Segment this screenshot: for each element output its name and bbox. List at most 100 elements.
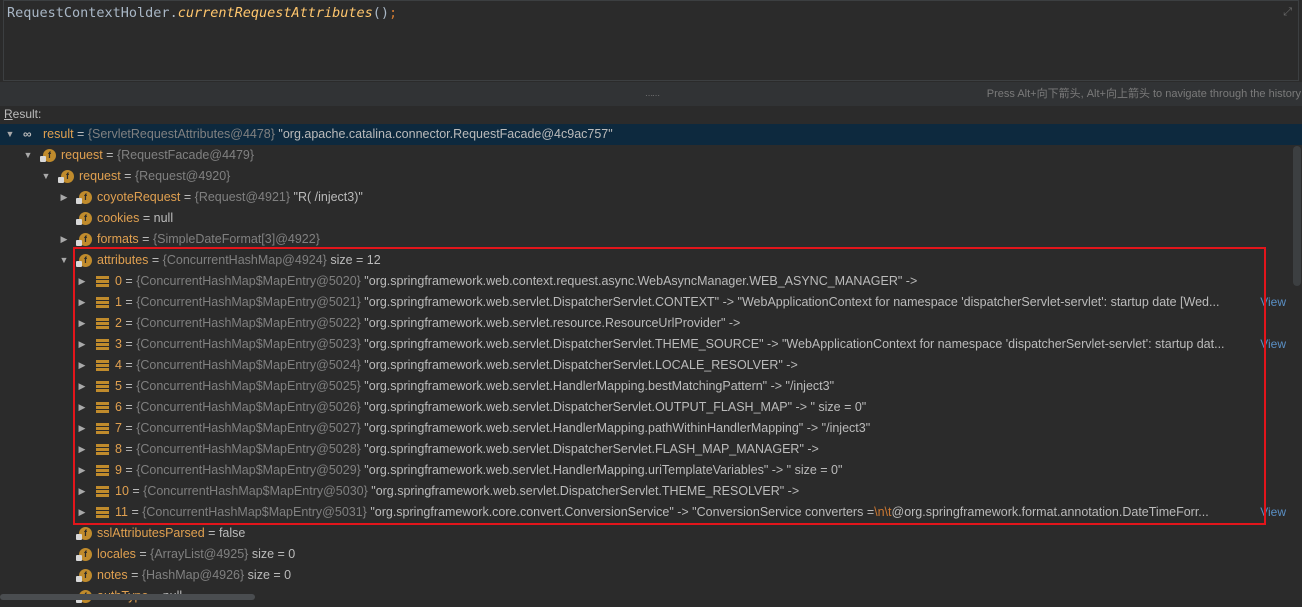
equals-sign: = — [148, 253, 163, 267]
expression-editor[interactable]: RequestContextHolder.currentRequestAttri… — [3, 0, 1299, 81]
expression-parens: () — [372, 5, 390, 21]
tree-row[interactable]: f sslAttributesParsed = false — [0, 523, 1290, 544]
expanded-arrow-icon[interactable]: ▼ — [59, 250, 69, 271]
field-value-continued: @org.springframework.format.annotation.D… — [891, 505, 1209, 519]
splitter-grip-icon[interactable]: ⋯⋯ — [645, 91, 660, 100]
tree-row[interactable]: ▶ f coyoteRequest = {Request@4921} "R( /in… — [0, 187, 1290, 208]
escape-sequence: \n\t — [874, 505, 892, 519]
equals-sign: = — [121, 358, 137, 372]
field-icon: f — [40, 149, 56, 162]
object-type: {HashMap@4926} — [141, 568, 245, 582]
tree-row[interactable]: ▼ f request = {RequestFacade@4479} — [0, 145, 1290, 166]
equals-sign: = — [121, 274, 137, 288]
tree-row[interactable]: ▶ 6 = {ConcurrentHashMap$MapEntry@5026} "… — [0, 397, 1290, 418]
tree-row[interactable]: ▶ 7 = {ConcurrentHashMap$MapEntry@5027} "… — [0, 418, 1290, 439]
collapsed-arrow-icon[interactable]: ▶ — [77, 271, 87, 292]
tree-row[interactable]: ▶ 11 = {ConcurrentHashMap$MapEntry@5031} … — [0, 502, 1290, 523]
collapsed-arrow-icon[interactable]: ▶ — [77, 481, 87, 502]
field-name: request — [79, 169, 121, 183]
equals-sign: = — [73, 127, 88, 141]
view-link[interactable]: View — [1260, 334, 1286, 355]
object-type: {ConcurrentHashMap$MapEntry@5027} — [136, 421, 361, 435]
view-link[interactable]: View — [1260, 502, 1286, 523]
tree-row[interactable]: f locales = {ArrayList@4925} size = 0 — [0, 544, 1290, 565]
collapsed-arrow-icon[interactable]: ▶ — [77, 439, 87, 460]
tree-row[interactable]: ▶ 0 = {ConcurrentHashMap$MapEntry@5020} "… — [0, 271, 1290, 292]
object-type: {ConcurrentHashMap$MapEntry@5025} — [136, 379, 361, 393]
map-entry-icon — [96, 423, 109, 434]
equals-sign: = — [139, 211, 154, 225]
map-entry-icon — [96, 339, 109, 350]
field-value: "org.springframework.web.servlet.Dispatc… — [360, 400, 867, 414]
expanded-arrow-icon[interactable]: ▼ — [5, 124, 15, 145]
collapsed-arrow-icon[interactable]: ▶ — [59, 229, 69, 250]
object-type: {Request@4921} — [194, 190, 291, 204]
equals-sign: = — [121, 316, 137, 330]
field-value: "org.springframework.core.convert.Conver… — [366, 505, 875, 519]
tree-row[interactable]: ▶ 10 = {ConcurrentHashMap$MapEntry@5030} … — [0, 481, 1290, 502]
object-type: {ArrayList@4925} — [150, 547, 249, 561]
equals-sign: = — [120, 169, 135, 183]
lock-icon — [76, 534, 82, 540]
field-value: "org.springframework.web.servlet.Dispatc… — [360, 295, 1220, 309]
expression-text[interactable]: RequestContextHolder.currentRequestAttri… — [7, 5, 397, 21]
field-name: 4 — [115, 358, 122, 372]
field-icon: f — [76, 527, 92, 540]
collapsed-arrow-icon[interactable]: ▶ — [77, 292, 87, 313]
tree-row[interactable]: ▼ f request = {Request@4920} — [0, 166, 1290, 187]
tree-row-text: request = {Request@4920} — [79, 166, 230, 187]
collapsed-arrow-icon[interactable]: ▶ — [77, 418, 87, 439]
field-name: request — [61, 148, 103, 162]
tree-row[interactable]: ▶ 5 = {ConcurrentHashMap$MapEntry@5025} "… — [0, 376, 1290, 397]
collapsed-arrow-icon[interactable]: ▶ — [77, 460, 87, 481]
field-value: "org.springframework.web.servlet.Handler… — [360, 421, 871, 435]
view-link[interactable]: View — [1260, 292, 1286, 313]
map-entry-icon — [96, 381, 109, 392]
object-type: {ConcurrentHashMap$MapEntry@5022} — [136, 316, 361, 330]
tree-row[interactable]: ▶ 1 = {ConcurrentHashMap$MapEntry@5021} "… — [0, 292, 1290, 313]
tree-row[interactable]: ▶ 9 = {ConcurrentHashMap$MapEntry@5029} "… — [0, 460, 1290, 481]
collapsed-arrow-icon[interactable]: ▶ — [77, 502, 87, 523]
tree-row-text: cookies = null — [97, 208, 173, 229]
field-name: 7 — [115, 421, 122, 435]
map-entry-icon — [96, 507, 109, 518]
tree-row[interactable]: ▶ 8 = {ConcurrentHashMap$MapEntry@5028} "… — [0, 439, 1290, 460]
tree-row[interactable]: f notes = {HashMap@4926} size = 0 — [0, 565, 1290, 586]
equals-sign: = — [127, 505, 143, 519]
result-tree[interactable]: ▼ ∞ result = {ServletRequestAttributes@447… — [0, 124, 1302, 603]
tree-row[interactable]: ▶ 2 = {ConcurrentHashMap$MapEntry@5022} "… — [0, 313, 1290, 334]
object-type: {ConcurrentHashMap$MapEntry@5024} — [136, 358, 361, 372]
collapsed-arrow-icon[interactable]: ▶ — [59, 187, 69, 208]
field-value: false — [218, 526, 246, 540]
tree-row[interactable]: ▶ 3 = {ConcurrentHashMap$MapEntry@5023} "… — [0, 334, 1290, 355]
tree-row[interactable]: f cookies = null — [0, 208, 1290, 229]
tree-row-text: formats = {SimpleDateFormat[3]@4922} — [97, 229, 320, 250]
tree-row[interactable]: ▶ f formats = {SimpleDateFormat[3]@4922} — [0, 229, 1290, 250]
vertical-scrollbar[interactable] — [1293, 146, 1301, 286]
object-type: {SimpleDateFormat[3]@4922} — [152, 232, 320, 246]
lock-icon — [76, 555, 82, 561]
collapsed-arrow-icon[interactable]: ▶ — [77, 397, 87, 418]
tree-row-result[interactable]: ▼ ∞ result = {ServletRequestAttributes@447… — [0, 124, 1302, 145]
infinity-watch-icon: ∞ — [23, 127, 32, 141]
tree-row-text: request = {RequestFacade@4479} — [61, 145, 254, 166]
expression-semicolon: ; — [389, 5, 398, 21]
object-type: {Request@4920} — [134, 169, 231, 183]
equals-sign: = — [121, 442, 137, 456]
equals-sign: = — [121, 337, 137, 351]
tree-row[interactable]: ▶ 4 = {ConcurrentHashMap$MapEntry@5024} "… — [0, 355, 1290, 376]
history-hint: Press Alt+向下箭头, Alt+向上箭头 to navigate thr… — [986, 88, 1301, 100]
object-type: {ConcurrentHashMap$MapEntry@5023} — [136, 337, 361, 351]
equals-sign: = — [204, 526, 219, 540]
collapsed-arrow-icon[interactable]: ▶ — [77, 313, 87, 334]
tree-row-text: 10 = {ConcurrentHashMap$MapEntry@5030} "… — [115, 481, 799, 502]
expand-diagonal-icon[interactable]: ⤢ — [1283, 5, 1292, 19]
collapsed-arrow-icon[interactable]: ▶ — [77, 355, 87, 376]
expanded-arrow-icon[interactable]: ▼ — [41, 166, 51, 187]
field-value: "org.springframework.web.servlet.Dispatc… — [360, 337, 1225, 351]
tree-row[interactable]: ▼ f attributes = {ConcurrentHashMap@4924} … — [0, 250, 1290, 271]
expanded-arrow-icon[interactable]: ▼ — [23, 145, 33, 166]
horizontal-scrollbar[interactable] — [0, 594, 255, 600]
collapsed-arrow-icon[interactable]: ▶ — [77, 376, 87, 397]
collapsed-arrow-icon[interactable]: ▶ — [77, 334, 87, 355]
